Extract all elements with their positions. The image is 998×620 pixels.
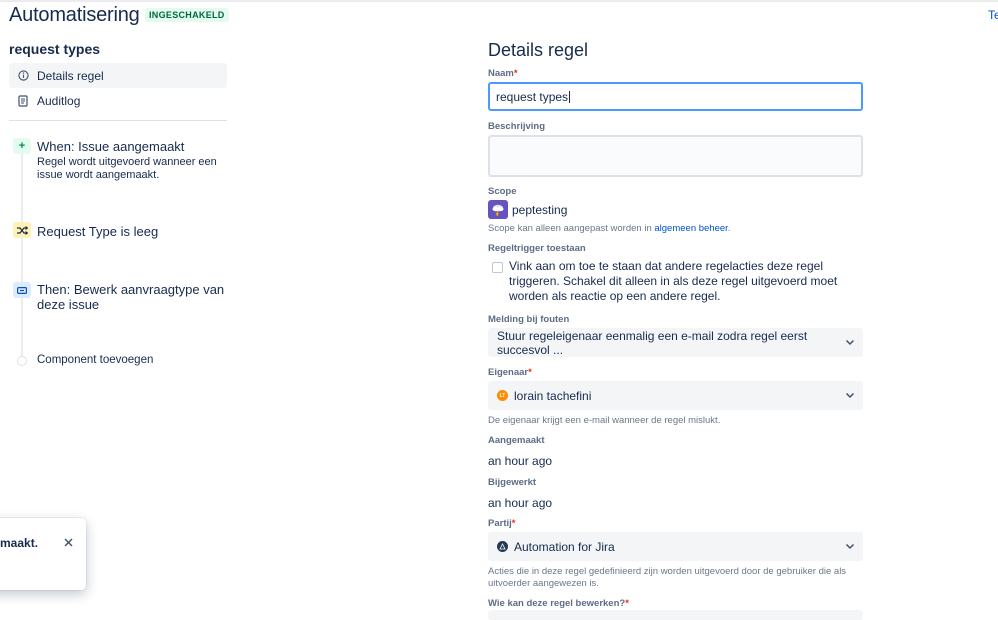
actor-help: Acties die in deze regel gedefinieerd zi… — [488, 566, 847, 589]
sidebar-item-label: Auditlog — [37, 93, 81, 108]
toast-message: maakt. — [0, 536, 39, 550]
shuffle-icon — [13, 222, 31, 238]
chevron-down-icon — [845, 392, 855, 399]
sidebar-divider — [9, 120, 227, 121]
avatar: LT — [497, 390, 508, 401]
step-condition-title[interactable]: Request Type is leeg — [37, 224, 158, 239]
step-action-title[interactable]: Then: Bewerk aanvraagtype van deze issue — [37, 282, 227, 312]
description-label: Beschrijving — [488, 121, 546, 132]
step-trigger-desc: Regel wordt uitgevoerd wanneer een issue… — [37, 156, 217, 181]
editors-select[interactable] — [488, 610, 863, 620]
details-title: Details regel — [488, 40, 589, 60]
scope-value: peptesting — [512, 203, 568, 217]
error-notification-label: Melding bij fouten — [488, 314, 570, 325]
actor-label: Partij* — [488, 518, 516, 529]
owner-value: lorain tachefini — [514, 388, 592, 403]
error-notification-value: Stuur regeleigenaar eenmalig een e-mail … — [497, 328, 808, 357]
chevron-down-icon — [845, 543, 855, 550]
editors-label: Wie kan deze regel bewerken?* — [488, 598, 629, 609]
owner-select[interactable]: LT lorain tachefini — [488, 381, 863, 410]
updated-label: Bijgewerkt — [488, 477, 537, 488]
automation-avatar-icon — [497, 541, 508, 552]
owner-help: De eigenaar krijgt een e-mail wanneer de… — [488, 415, 721, 426]
actor-select[interactable]: Automation for Jira — [488, 532, 863, 561]
sidebar-item-details[interactable]: Details regel — [9, 63, 227, 88]
page-title: Automatisering — [9, 4, 140, 26]
timeline-line — [21, 154, 23, 358]
project-avatar-icon — [488, 200, 508, 219]
owner-label: Eigenaar* — [488, 367, 532, 378]
sidebar-item-auditlog[interactable]: Auditlog — [9, 88, 227, 113]
sidebar-item-label: Details regel — [37, 68, 104, 83]
top-right-link[interactable]: Te — [988, 8, 998, 22]
rule-trigger-label: Regeltrigger toestaan — [488, 243, 586, 254]
allow-rule-trigger-checkbox[interactable] — [492, 262, 503, 273]
chevron-down-icon — [845, 339, 855, 346]
updated-value: an hour ago — [488, 496, 553, 510]
top-border — [0, 0, 998, 2]
scope-label: Scope — [488, 186, 517, 197]
step-trigger-title[interactable]: When: Issue aangemaakt — [37, 139, 184, 154]
actor-value: Automation for Jira — [514, 539, 615, 554]
status-badge: INGESCHAKELD — [145, 8, 229, 22]
info-icon — [16, 69, 30, 83]
created-value: an hour ago — [488, 454, 553, 468]
created-label: Aangemaakt — [488, 435, 545, 446]
general-admin-link[interactable]: algemeen beheer — [654, 223, 727, 234]
toast-notification: maakt. — [0, 518, 86, 590]
scope-help: Scope kan alleen aangepast worden in alg… — [488, 223, 731, 234]
rule-trigger-text: Vink aan om toe te staan dat andere rege… — [509, 259, 838, 303]
close-icon[interactable] — [64, 536, 73, 550]
description-input[interactable] — [488, 135, 863, 177]
rule-name: request types — [9, 41, 101, 57]
name-input[interactable]: request types — [488, 82, 863, 111]
add-component-dot — [17, 356, 27, 366]
name-label: Naam* — [488, 68, 518, 79]
plus-icon: + — [13, 138, 31, 154]
document-icon — [16, 94, 30, 108]
error-notification-select[interactable]: Stuur regeleigenaar eenmalig een e-mail … — [488, 328, 863, 357]
add-component-link[interactable]: Component toevoegen — [37, 354, 153, 366]
edit-field-icon — [13, 282, 31, 298]
